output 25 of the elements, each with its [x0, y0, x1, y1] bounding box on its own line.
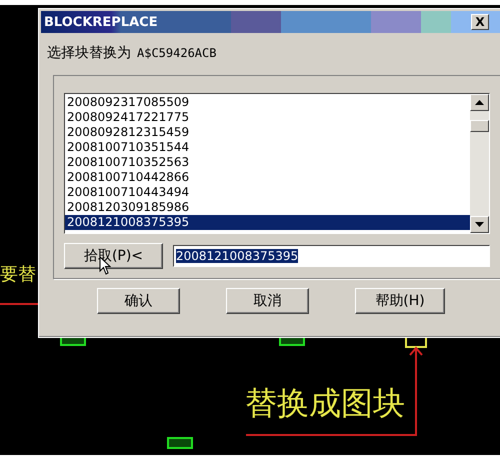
- list-item[interactable]: 2008092417221775: [65, 110, 470, 125]
- annotation-text: 替换成图块: [245, 383, 405, 423]
- list-item[interactable]: 2008100710442866: [65, 170, 470, 185]
- block-name-field[interactable]: 2008121008375395: [173, 245, 490, 267]
- dialog-button[interactable]: 确认: [97, 288, 180, 314]
- list-item[interactable]: 2008092812315459: [65, 125, 470, 140]
- list-item[interactable]: 2008120309185986: [65, 200, 470, 215]
- dialog-button[interactable]: 取消: [226, 288, 309, 314]
- block-marker-icon: [167, 437, 193, 449]
- list-item[interactable]: 2008100710351544: [65, 140, 470, 155]
- close-button[interactable]: X: [471, 14, 489, 30]
- list-item[interactable]: 2008121008375395: [65, 215, 470, 230]
- scroll-thumb[interactable]: [470, 120, 489, 132]
- leader-line: [0, 303, 38, 306]
- list-item[interactable]: 2008100710443494: [65, 185, 470, 200]
- annotation-text: 要替: [0, 263, 36, 287]
- list-item[interactable]: 2008092317085509: [65, 95, 470, 110]
- prompt-label: 选择块替换为: [47, 44, 131, 62]
- block-name: A$C59426ACB: [137, 46, 216, 60]
- list-item[interactable]: 2008100710352563: [65, 155, 470, 170]
- window-title: BLOCKREPLACE: [43, 14, 158, 30]
- scroll-up-icon: [475, 100, 484, 105]
- scrollbar[interactable]: [470, 94, 489, 233]
- scroll-down-icon: [475, 222, 484, 227]
- dialog-button[interactable]: 帮助(H): [355, 288, 445, 314]
